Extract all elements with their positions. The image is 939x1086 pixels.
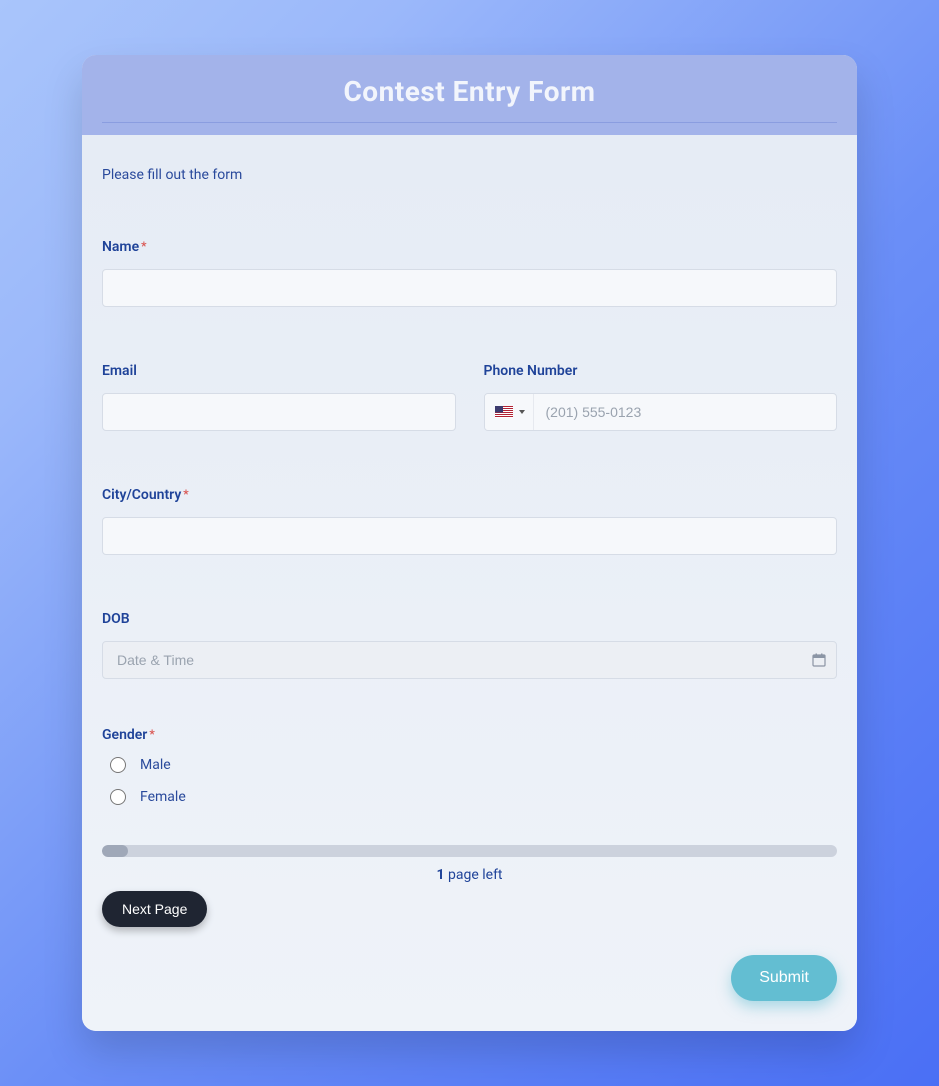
name-input[interactable]	[102, 269, 837, 307]
required-marker: *	[183, 487, 188, 501]
form-card: Contest Entry Form Please fill out the f…	[82, 55, 857, 1031]
form-header: Contest Entry Form	[82, 55, 857, 135]
dob-label: DOB	[102, 611, 837, 627]
name-label-text: Name	[102, 239, 139, 255]
progress-section: 1 page left Next Page	[102, 845, 837, 927]
gender-radio-male[interactable]	[110, 757, 126, 773]
gender-options: Male Female	[102, 757, 837, 805]
progress-fill	[102, 845, 128, 857]
pages-left-suffix: page left	[445, 867, 503, 883]
phone-input-group	[484, 393, 838, 431]
chevron-down-icon	[519, 410, 525, 414]
form-body: Please fill out the form Name* Email Pho…	[82, 135, 857, 1031]
gender-option-female: Female	[110, 789, 837, 805]
city-country-input[interactable]	[102, 517, 837, 555]
required-marker: *	[141, 239, 146, 253]
submit-button[interactable]: Submit	[731, 955, 837, 1001]
progress-bar	[102, 845, 837, 857]
field-phone-wrap: Phone Number	[484, 363, 838, 431]
field-city-wrap: City/Country*	[102, 487, 837, 555]
email-label: Email	[102, 363, 456, 379]
field-name-wrap: Name*	[102, 239, 837, 307]
field-gender-wrap: Gender* Male Female	[102, 727, 837, 805]
progress-text: 1 page left	[102, 867, 837, 883]
us-flag-icon	[495, 406, 513, 418]
email-phone-row: Email Phone Number	[102, 363, 837, 431]
gender-option-male: Male	[110, 757, 837, 773]
dob-input[interactable]	[103, 642, 812, 678]
gender-male-label[interactable]: Male	[140, 757, 171, 773]
email-input[interactable]	[102, 393, 456, 431]
field-email-wrap: Email	[102, 363, 456, 431]
name-label: Name*	[102, 239, 837, 255]
city-label: City/Country*	[102, 487, 837, 503]
pages-left-count: 1	[436, 867, 444, 883]
calendar-icon[interactable]	[812, 653, 826, 667]
dob-input-group	[102, 641, 837, 679]
field-dob-wrap: DOB	[102, 611, 837, 679]
gender-radio-female[interactable]	[110, 789, 126, 805]
gender-female-label[interactable]: Female	[140, 789, 186, 805]
form-title: Contest Entry Form	[102, 75, 837, 123]
country-code-selector[interactable]	[485, 394, 534, 430]
city-label-text: City/Country	[102, 487, 181, 503]
next-page-button[interactable]: Next Page	[102, 891, 207, 927]
phone-label: Phone Number	[484, 363, 838, 379]
phone-input[interactable]	[534, 394, 837, 430]
required-marker: *	[149, 727, 154, 741]
gender-label: Gender*	[102, 727, 837, 743]
gender-label-text: Gender	[102, 727, 147, 743]
submit-row: Submit	[102, 955, 837, 1001]
intro-text: Please fill out the form	[102, 167, 837, 183]
